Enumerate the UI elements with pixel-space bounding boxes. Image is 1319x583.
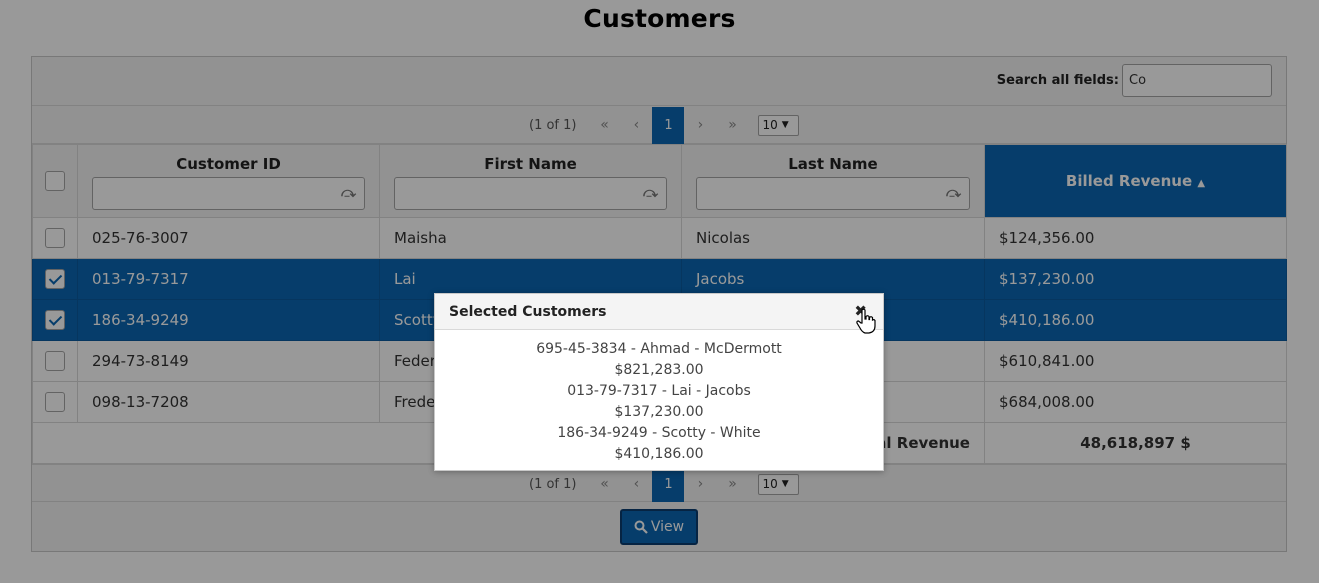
selected-customer-line: 013-79-7317 - Lai - Jacobs bbox=[567, 383, 751, 399]
selected-customer-line: 186-34-9249 - Scotty - White bbox=[557, 425, 761, 441]
hand-cursor-icon bbox=[856, 308, 876, 334]
dialog-title: Selected Customers bbox=[449, 304, 607, 320]
selected-customers-dialog: Selected Customers ✖ 695-45-3834 - Ahmad… bbox=[434, 293, 884, 471]
dialog-header: Selected Customers ✖ bbox=[435, 294, 883, 330]
dialog-body: 695-45-3834 - Ahmad - McDermott $821,283… bbox=[435, 330, 883, 465]
selected-customer-revenue: $410,186.00 bbox=[614, 446, 704, 462]
selected-customer-line: 695-45-3834 - Ahmad - McDermott bbox=[536, 341, 782, 357]
modal-overlay[interactable] bbox=[0, 0, 1319, 583]
selected-customer-revenue: $137,230.00 bbox=[614, 404, 704, 420]
selected-customer-revenue: $821,283.00 bbox=[614, 362, 704, 378]
